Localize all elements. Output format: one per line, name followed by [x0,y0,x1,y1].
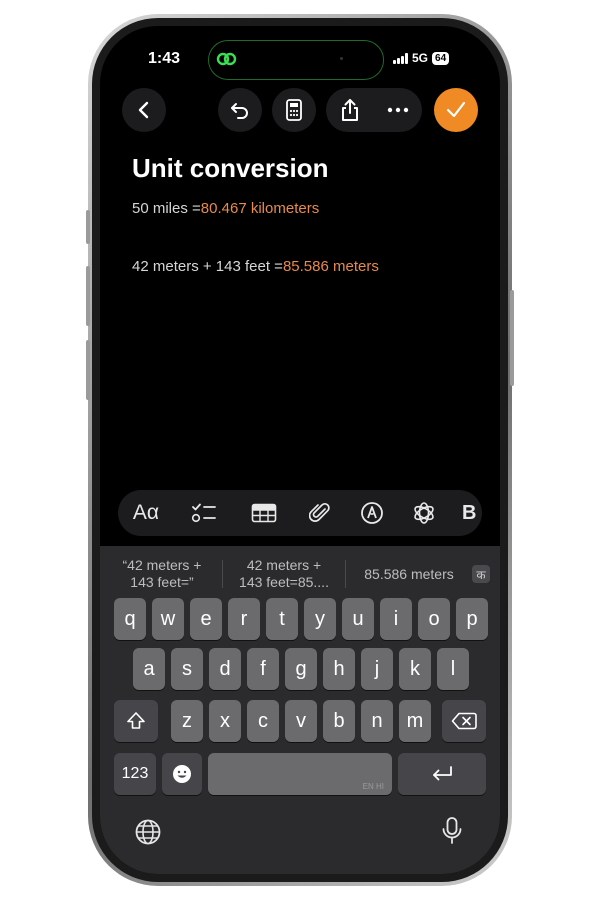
shift-key[interactable] [114,700,158,742]
globe-button[interactable] [134,818,162,846]
link-chain-icon [216,52,237,66]
signal-icon [393,52,408,64]
key-s[interactable]: s [171,648,203,690]
key-j[interactable]: j [361,648,393,690]
return-key[interactable] [398,753,486,795]
share-more-group [326,88,422,132]
more-format-options[interactable]: B [462,490,478,536]
key-d[interactable]: d [209,648,241,690]
suggestion-divider [222,560,223,588]
status-indicators: 5G 64 [393,51,450,65]
writing-tools-button[interactable] [402,490,446,536]
suggestion-divider [345,560,346,588]
key-g[interactable]: g [285,648,317,690]
result-text: 85.586 meters [282,258,379,275]
key-c[interactable]: c [247,700,279,742]
space-key[interactable]: EN HI [208,753,392,795]
screen: 1:43 5G 64 Unit conversion 50 miles =80.… [100,26,500,874]
network-label: 5G [412,51,429,65]
key-a[interactable]: a [133,648,165,690]
language-badge[interactable]: क [472,565,490,583]
key-v[interactable]: v [285,700,317,742]
key-r[interactable]: r [228,598,260,640]
attachment-button[interactable] [298,490,342,536]
key-x[interactable]: x [209,700,241,742]
chevron-left-icon [138,101,149,119]
key-t[interactable]: t [266,598,298,640]
result-text: 80.467 kilometers [200,200,320,217]
key-z[interactable]: z [171,700,203,742]
undo-icon [231,103,248,119]
key-w[interactable]: w [152,598,184,640]
action-button [86,210,90,244]
table-button[interactable] [242,490,286,536]
space-language-hint: EN HI [362,782,384,791]
key-e[interactable]: e [190,598,222,640]
more-button[interactable] [378,90,418,130]
calculator-button[interactable] [272,88,316,132]
status-time: 1:43 [148,50,181,67]
key-q[interactable]: q [114,598,146,640]
suggestion-bar: “42 meters +143 feet=” 42 meters +143 fe… [110,554,490,594]
key-p[interactable]: p [456,598,488,640]
key-i[interactable]: i [380,598,412,640]
share-button[interactable] [330,90,370,130]
suggestion-item[interactable]: 42 meters +143 feet=85.... [231,557,337,591]
globe-icon [135,819,161,845]
suggestion-item[interactable]: “42 meters +143 feet=” [110,557,214,591]
key-y[interactable]: y [304,598,336,640]
note-title: Unit conversion [132,153,329,183]
numbers-key[interactable]: 123 [114,753,156,795]
markup-button[interactable] [350,490,394,536]
back-button[interactable] [122,88,166,132]
key-h[interactable]: h [323,648,355,690]
note-line[interactable]: 50 miles =80.467 kilometers [132,200,319,217]
expression-text: 42 meters + 143 feet = [132,258,283,275]
delete-key[interactable] [442,700,486,742]
ellipsis-icon [387,107,409,113]
emoji-key[interactable] [162,753,202,795]
checklist-icon [191,503,216,523]
apple-intelligence-icon [414,502,434,524]
key-o[interactable]: o [418,598,450,640]
backspace-icon [451,712,477,730]
pen-markup-icon [361,502,383,524]
table-icon [251,503,277,523]
power-button [510,290,514,386]
suggestion-item[interactable]: 85.586 meters [354,566,464,583]
key-b[interactable]: b [323,700,355,742]
note-line[interactable]: 42 meters + 143 feet =85.586 meters [132,258,379,275]
battery-icon: 64 [432,51,450,65]
dictation-button[interactable] [441,816,463,846]
calculator-icon [286,99,302,121]
done-button[interactable] [434,88,478,132]
key-n[interactable]: n [361,700,393,742]
share-icon [342,99,358,121]
paperclip-icon [309,502,330,522]
undo-button[interactable] [218,88,262,132]
key-k[interactable]: k [399,648,431,690]
key-f[interactable]: f [247,648,279,690]
key-l[interactable]: l [437,648,469,690]
checkmark-icon [446,101,466,118]
checklist-button[interactable] [182,490,226,536]
volume-down-button [86,340,90,400]
key-u[interactable]: u [342,598,374,640]
shift-arrow-icon [127,712,145,729]
microphone-icon [442,817,462,844]
formatting-bar: Aα B [118,490,482,536]
expression-text: 50 miles = [132,200,201,217]
key-m[interactable]: m [399,700,431,742]
return-arrow-icon [433,766,452,781]
emoji-face-icon [173,765,191,783]
island-indicator [340,57,343,60]
volume-up-button [86,266,90,326]
text-style-button[interactable]: Aα [124,490,168,536]
